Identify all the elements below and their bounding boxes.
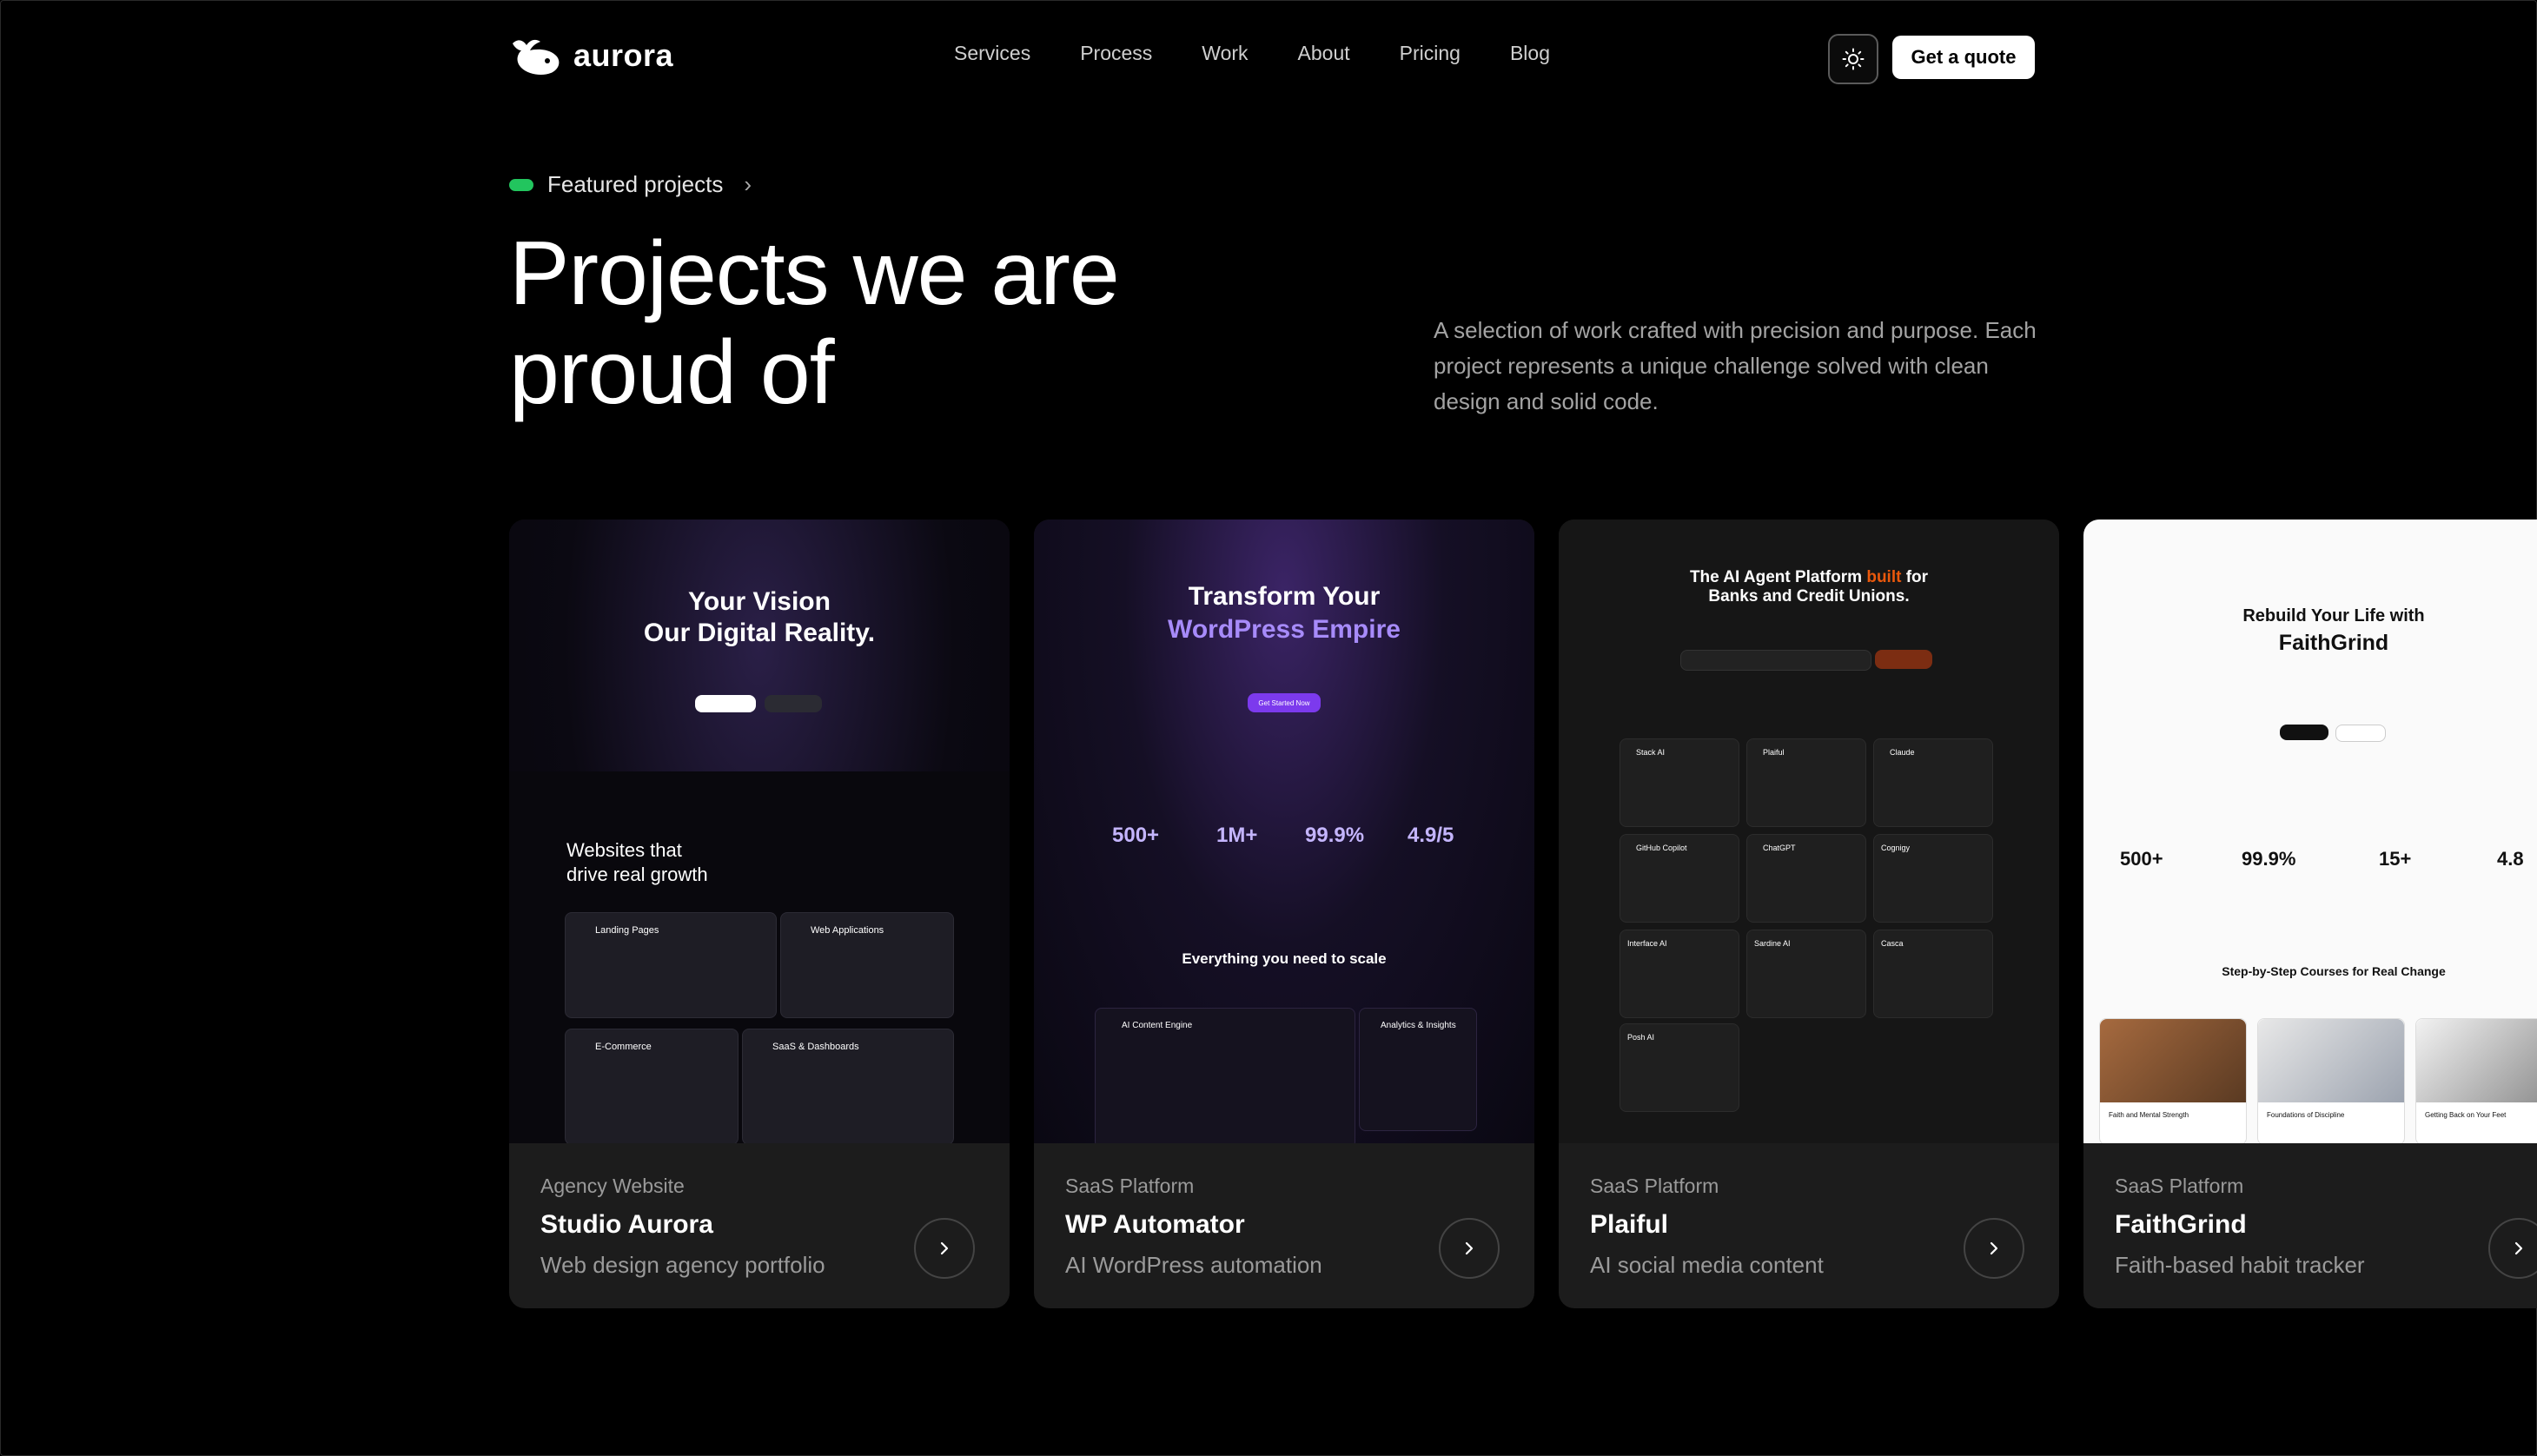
brand-logo[interactable]: aurora <box>509 35 673 76</box>
project-card-wp-automator[interactable]: Transform Your WordPress Empire Get Star… <box>1034 520 1534 1308</box>
chevron-right-icon <box>1465 1241 1474 1255</box>
open-project-button[interactable] <box>914 1218 975 1279</box>
project-name: Plaiful <box>1590 1210 1669 1239</box>
eyebrow-label: Featured projects <box>547 171 724 197</box>
project-name: Studio Aurora <box>540 1210 713 1239</box>
project-subtitle: AI WordPress automation <box>1065 1252 1322 1278</box>
hero-description: A selection of work crafted with precisi… <box>1434 317 2037 414</box>
brand-name: aurora <box>573 37 674 73</box>
project-card-studio-aurora[interactable]: Your Vision Our Digital Reality. Website… <box>509 520 1010 1308</box>
preview-headline-1: Your Vision <box>688 587 831 616</box>
preview-search <box>1680 650 1871 671</box>
preview-cta: Get Started Now <box>1248 693 1321 712</box>
project-card-plaiful[interactable]: The AI Agent Platform built for Banks an… <box>1559 520 2059 1308</box>
open-project-button[interactable] <box>1439 1218 1500 1279</box>
preview-headline-2: FaithGrind <box>2278 631 2389 655</box>
project-meta: SaaS Platform FaithGrind Faith-based hab… <box>2115 1175 2365 1279</box>
project-category: SaaS Platform <box>1065 1175 1195 1197</box>
preview-stat: 1M+ <box>1216 824 1258 847</box>
preview-button <box>1875 650 1932 669</box>
preview-button <box>765 695 822 712</box>
preview-tool: Plaiful <box>1746 738 1866 827</box>
preview-stat: 99.9% <box>1305 824 1365 847</box>
preview-headline-2: Our Digital Reality. <box>643 619 876 647</box>
preview-course: Foundations of Discipline <box>2257 1018 2405 1143</box>
nav-item-blog[interactable]: Blog <box>1510 42 1550 65</box>
project-meta: Agency Website Studio Aurora Web design … <box>540 1175 825 1279</box>
preview-stat: 15+ <box>2379 848 2412 870</box>
get-a-quote-button[interactable]: Get a quote <box>1892 36 2035 79</box>
status-pill <box>509 178 533 191</box>
title-line-2: proud of <box>509 322 835 423</box>
preview-course: Getting Back on Your Feet <box>2415 1018 2537 1143</box>
preview-headline-2: WordPress Empire <box>1168 615 1401 644</box>
preview-headline-2: Banks and Credit Unions. <box>1708 587 1910 606</box>
preview-headline-1: Rebuild Your Life with <box>2242 606 2425 625</box>
preview-button <box>695 695 756 712</box>
project-name: WP Automator <box>1065 1210 1245 1239</box>
chevron-right-icon <box>2514 1241 2523 1255</box>
nav-item-services[interactable]: Services <box>954 42 1030 65</box>
preview-button <box>2280 725 2328 740</box>
project-preview: The AI Agent Platform built for Banks an… <box>1559 520 2059 1143</box>
preview-course: Faith and Mental Strength <box>2099 1018 2247 1143</box>
preview-tool: Casca <box>1873 930 1993 1018</box>
project-meta: SaaS Platform Plaiful AI social media co… <box>1590 1175 1824 1279</box>
nav-item-work[interactable]: Work <box>1202 42 1248 65</box>
preview-section-title-1: Websites that <box>566 839 682 861</box>
preview-headline-1: The AI Agent Platform built for <box>1689 568 1929 586</box>
preview-stat: 500+ <box>2120 848 2163 870</box>
nav-item-process[interactable]: Process <box>1080 42 1152 65</box>
title-line-1: Projects we are <box>509 223 1120 324</box>
preview-stat: 500+ <box>1112 824 1160 847</box>
preview-tool: Posh AI <box>1620 1023 1739 1112</box>
preview-section-title: Step-by-Step Courses for Real Change <box>2222 964 2446 978</box>
open-project-button[interactable] <box>1964 1218 2024 1279</box>
preview-tile: E-Commerce <box>565 1029 739 1143</box>
preview-tile: Web Applications <box>780 912 954 1018</box>
preview-stat: 4.8 <box>2497 848 2524 870</box>
main-nav: Services Process Work About Pricing Blog <box>954 42 1550 65</box>
project-category: SaaS Platform <box>2115 1175 2244 1197</box>
preview-tool: ChatGPT <box>1746 834 1866 923</box>
preview-panel: AI Content Engine <box>1095 1008 1355 1143</box>
preview-button <box>2335 725 2386 742</box>
project-name: FaithGrind <box>2115 1210 2247 1239</box>
sun-icon <box>1842 48 1865 70</box>
nav-item-pricing[interactable]: Pricing <box>1400 42 1461 65</box>
project-preview: Transform Your WordPress Empire Get Star… <box>1034 520 1534 1143</box>
whale-logo-icon <box>513 39 560 75</box>
preview-tool: Claude <box>1873 738 1993 827</box>
theme-toggle-button[interactable] <box>1828 34 1878 84</box>
preview-stat: 99.9% <box>2242 848 2296 870</box>
project-category: SaaS Platform <box>1590 1175 1719 1197</box>
open-project-button[interactable] <box>2488 1218 2537 1279</box>
project-preview: Your Vision Our Digital Reality. Website… <box>509 520 1010 1143</box>
chevron-right-icon <box>1990 1241 1998 1255</box>
preview-tool: Sardine AI <box>1746 930 1866 1018</box>
project-subtitle: Web design agency portfolio <box>540 1252 825 1278</box>
featured-projects-link[interactable]: Featured projects › <box>509 171 752 198</box>
preview-tool: GitHub Copilot <box>1620 834 1739 923</box>
page-title: Projects we are proud of <box>509 224 1291 422</box>
chevron-right-icon <box>940 1241 949 1255</box>
project-subtitle: AI social media content <box>1590 1252 1824 1278</box>
preview-tool: Cognigy <box>1873 834 1993 923</box>
preview-panel: Analytics & Insights <box>1359 1008 1477 1131</box>
preview-tool: Interface AI <box>1620 930 1739 1018</box>
preview-tile: Landing Pages <box>565 912 777 1018</box>
preview-tool: Stack AI <box>1620 738 1739 827</box>
preview-section-title-2: drive real growth <box>566 864 708 885</box>
project-meta: SaaS Platform WP Automator AI WordPress … <box>1065 1175 1322 1279</box>
preview-tile: SaaS & Dashboards <box>742 1029 954 1143</box>
preview-headline-1: Transform Your <box>1188 582 1381 611</box>
project-subtitle: Faith-based habit tracker <box>2115 1252 2365 1278</box>
project-card-faithgrind[interactable]: Rebuild Your Life with FaithGrind 500+ 9… <box>2083 520 2537 1308</box>
preview-stat: 4.9/5 <box>1408 824 1454 847</box>
nav-item-about[interactable]: About <box>1298 42 1350 65</box>
project-category: Agency Website <box>540 1175 685 1197</box>
preview-section-title: Everything you need to scale <box>1182 950 1387 967</box>
project-preview: Rebuild Your Life with FaithGrind 500+ 9… <box>2083 520 2537 1143</box>
chevron-right-icon: › <box>744 171 752 197</box>
